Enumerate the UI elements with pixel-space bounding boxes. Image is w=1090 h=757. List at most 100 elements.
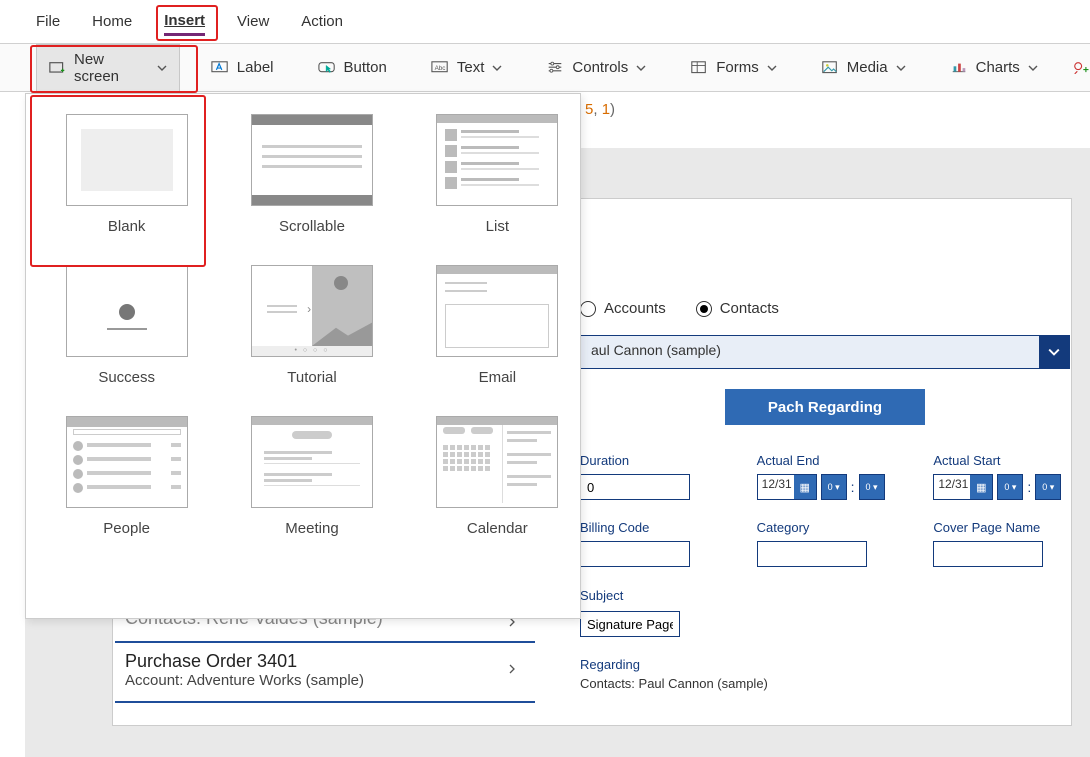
controls-label: Controls: [572, 59, 628, 76]
radio-circle-icon: [696, 301, 712, 317]
detail-form: Accounts Contacts aul Cannon (sample) Pa…: [580, 300, 1070, 691]
field-billing-code: Billing Code: [580, 520, 717, 567]
controls-dropdown[interactable]: Controls: [533, 52, 659, 83]
chevron-down-icon: [1028, 63, 1038, 73]
template-email-label: Email: [479, 369, 517, 386]
template-meeting-label: Meeting: [285, 520, 338, 537]
actual-end-date[interactable]: 12/31▦: [757, 474, 817, 500]
field-cover-page: Cover Page Name: [933, 520, 1070, 567]
ribbon: New screen Label Button Abc Text Control…: [0, 44, 1090, 92]
template-calendar-label: Calendar: [467, 520, 528, 537]
billing-code-input[interactable]: [580, 541, 690, 567]
chevron-down-icon: [157, 63, 167, 73]
menu-file[interactable]: File: [36, 9, 60, 34]
text-label: Text: [457, 59, 485, 76]
template-scrollable-thumb: [251, 114, 373, 206]
menubar: File Home Insert View Action: [0, 0, 1090, 44]
text-dropdown[interactable]: Abc Text: [418, 52, 516, 83]
menu-home[interactable]: Home: [92, 9, 132, 34]
chevron-down-icon: [767, 63, 777, 73]
template-list-label: List: [486, 218, 509, 235]
template-meeting-thumb: [251, 416, 373, 508]
menu-view[interactable]: View: [237, 9, 269, 34]
chevron-down-icon: [636, 63, 646, 73]
icons-button-icon[interactable]: [1073, 60, 1090, 76]
chevron-down-icon: [492, 63, 502, 73]
actual-end-hour[interactable]: 0 ▾: [821, 474, 847, 500]
svg-text:Abc: Abc: [434, 65, 445, 72]
regarding-display: Regarding Contacts: Paul Cannon (sample): [580, 657, 1070, 691]
template-tutorial-thumb: ›• ○ ○ ○: [251, 265, 373, 357]
new-screen-gallery: Blank Scrollable List Success: [25, 93, 581, 619]
radio-circle-icon: [580, 301, 596, 317]
button-button[interactable]: Button: [305, 52, 400, 83]
field-duration-label: Duration: [580, 453, 717, 468]
contact-dropdown[interactable]: aul Cannon (sample): [580, 335, 1070, 369]
chevron-down-icon: [896, 63, 906, 73]
template-list[interactable]: List: [425, 114, 570, 235]
regarding-value: Contacts: Paul Cannon (sample): [580, 676, 1070, 691]
chevron-right-icon: [507, 664, 517, 674]
category-input[interactable]: [757, 541, 867, 567]
button-text: Button: [344, 59, 387, 76]
template-people[interactable]: People: [54, 416, 199, 537]
cover-page-input[interactable]: [933, 541, 1043, 567]
formula-bar-fragment: 5, 1): [585, 100, 615, 118]
list-item[interactable]: Purchase Order 3401 Account: Adventure W…: [115, 643, 535, 703]
template-success-label: Success: [98, 369, 155, 386]
actual-start-date[interactable]: 12/31▦: [933, 474, 993, 500]
list-item-subtitle: Account: Adventure Works (sample): [125, 672, 525, 689]
charts-dropdown[interactable]: Charts: [937, 52, 1051, 83]
template-people-label: People: [103, 520, 150, 537]
new-screen-icon: [49, 60, 66, 76]
label-text: Label: [237, 59, 274, 76]
text-icon: Abc: [431, 60, 449, 76]
radio-accounts[interactable]: Accounts: [580, 300, 666, 317]
new-screen-button[interactable]: New screen: [36, 44, 180, 92]
template-blank[interactable]: Blank: [54, 114, 199, 235]
template-blank-label: Blank: [108, 218, 146, 235]
media-dropdown[interactable]: Media: [808, 52, 919, 83]
template-tutorial-label: Tutorial: [287, 369, 336, 386]
field-actual-start-label: Actual Start: [933, 453, 1070, 468]
actual-start-min[interactable]: 0 ▾: [1035, 474, 1061, 500]
contact-dropdown-value: aul Cannon (sample): [581, 336, 1039, 368]
radio-contacts-label: Contacts: [720, 300, 779, 317]
template-scrollable[interactable]: Scrollable: [239, 114, 384, 235]
calendar-icon: ▦: [794, 475, 816, 499]
subject-input[interactable]: [580, 611, 680, 637]
duration-input[interactable]: [580, 474, 690, 500]
field-actual-start: Actual Start 12/31▦ 0 ▾:0 ▾: [933, 453, 1070, 500]
template-meeting[interactable]: Meeting: [239, 416, 384, 537]
field-actual-end-label: Actual End: [757, 453, 894, 468]
actual-start-hour[interactable]: 0 ▾: [997, 474, 1023, 500]
template-calendar[interactable]: Calendar: [425, 416, 570, 537]
media-label: Media: [847, 59, 888, 76]
radio-contacts[interactable]: Contacts: [696, 300, 779, 317]
actual-end-min[interactable]: 0 ▾: [859, 474, 885, 500]
template-blank-thumb: [66, 114, 188, 206]
menu-insert[interactable]: Insert: [164, 8, 205, 36]
radio-accounts-label: Accounts: [604, 300, 666, 317]
entity-radios: Accounts Contacts: [580, 300, 1070, 317]
new-screen-label: New screen: [74, 51, 149, 85]
label-button[interactable]: Label: [198, 52, 287, 83]
calendar-icon: ▦: [970, 475, 992, 499]
template-email[interactable]: Email: [425, 265, 570, 386]
template-scrollable-label: Scrollable: [279, 218, 345, 235]
forms-icon: [690, 60, 708, 76]
forms-dropdown[interactable]: Forms: [677, 52, 790, 83]
template-email-thumb: [436, 265, 558, 357]
menu-action[interactable]: Action: [301, 9, 343, 34]
button-icon: [318, 60, 336, 76]
field-subject-label: Subject: [580, 588, 623, 603]
label-icon: [211, 60, 229, 76]
regarding-label: Regarding: [580, 657, 1070, 672]
field-duration: Duration: [580, 453, 717, 500]
template-success[interactable]: Success: [54, 265, 199, 386]
template-tutorial[interactable]: ›• ○ ○ ○ Tutorial: [239, 265, 384, 386]
template-calendar-thumb: [436, 416, 558, 508]
patch-regarding-button[interactable]: Pach Regarding: [725, 389, 925, 425]
media-icon: [821, 60, 839, 76]
field-subject: Subject: [580, 587, 1070, 637]
